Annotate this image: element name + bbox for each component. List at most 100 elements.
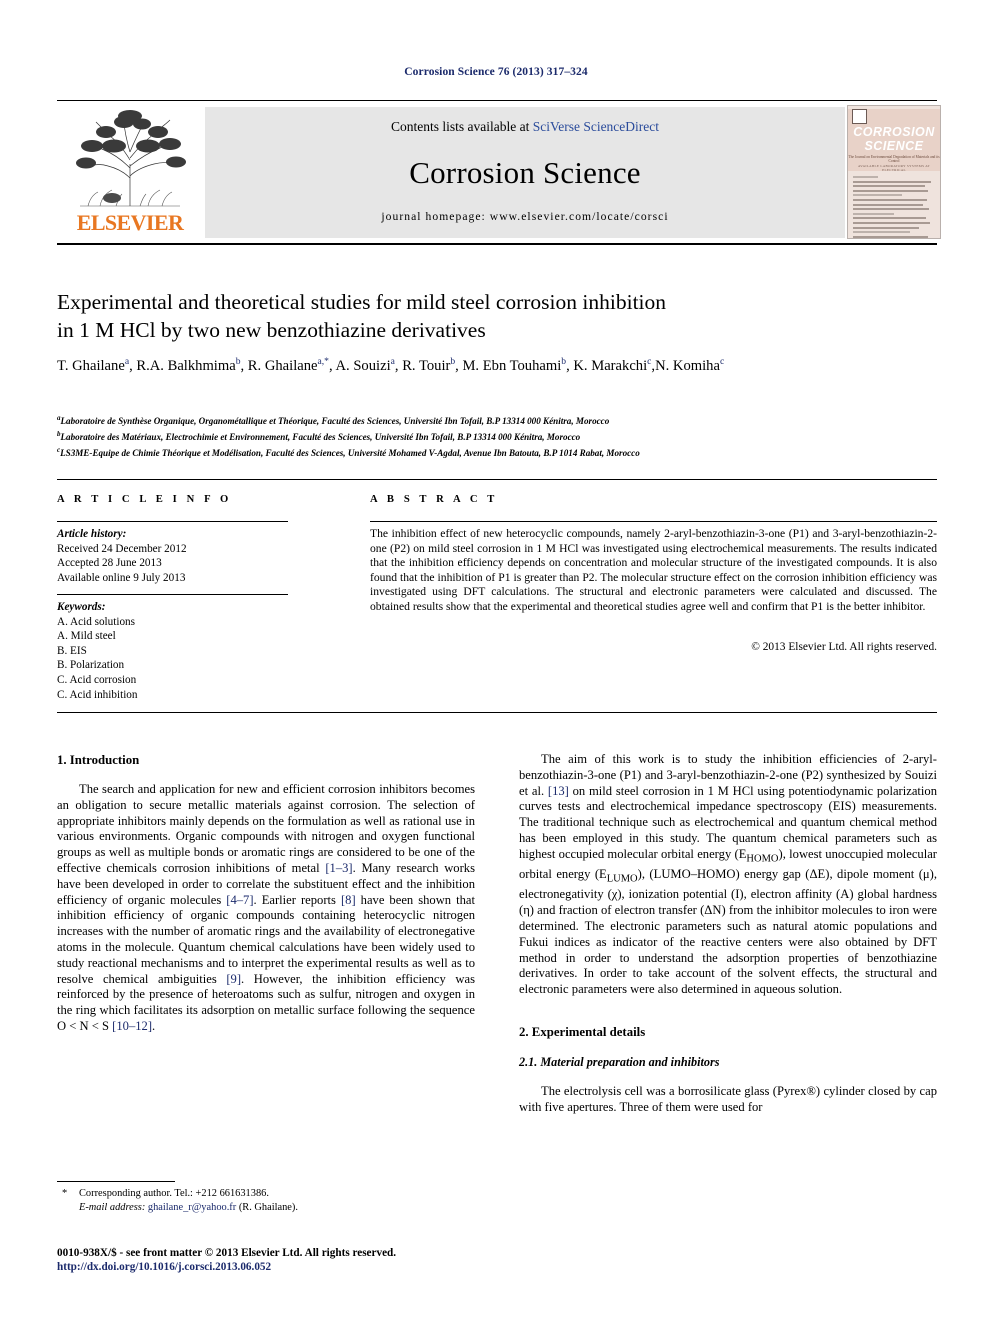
journal-masthead: ELSEVIER Contents lists available at Sci… bbox=[57, 104, 941, 240]
page-title: Experimental and theoretical studies for… bbox=[57, 288, 937, 344]
author-affiliation-marker: c bbox=[719, 356, 725, 367]
body-column-left: 1. Introduction The search and applicati… bbox=[57, 752, 475, 1035]
author-name[interactable]: R.A. Balkhmima bbox=[136, 358, 235, 374]
keyword-item[interactable]: B. EIS bbox=[57, 644, 297, 659]
masthead-bottom-rule bbox=[57, 243, 937, 245]
keyword-item[interactable]: A. Mild steel bbox=[57, 629, 297, 644]
subscript-homo: HOMO bbox=[746, 853, 779, 865]
affiliation-item: cLS3ME-Equipe de Chimie Théorique et Mod… bbox=[57, 446, 640, 459]
subscript-lumo: LUMO bbox=[606, 873, 638, 885]
cover-subtitle: The Journal on Environmental Degradation… bbox=[848, 155, 940, 163]
email-line: E-mail address: ghailane_r@yahoo.fr (R. … bbox=[57, 1201, 475, 1215]
keyword-item[interactable]: C. Acid inhibition bbox=[57, 688, 297, 703]
affiliation-marker: b bbox=[57, 430, 61, 439]
footnote-rule bbox=[57, 1181, 175, 1182]
contents-lists-line: Contents lists available at SciVerse Sci… bbox=[205, 119, 845, 135]
email-label: E-mail address: bbox=[79, 1202, 146, 1213]
aim-text-d: ), (LUMO–HOMO) energy gap (ΔE), dipole m… bbox=[519, 867, 937, 997]
contents-prefix: Contents lists available at bbox=[390, 119, 533, 134]
cover-contents-lines bbox=[853, 176, 935, 238]
abstract-heading: A B S T R A C T bbox=[370, 494, 498, 505]
citation-13[interactable]: [13] bbox=[548, 784, 569, 798]
abstract-copyright: © 2013 Elsevier Ltd. All rights reserved… bbox=[751, 641, 937, 653]
affiliation-item: bLaboratoire des Matériaux, Electrochimi… bbox=[57, 430, 581, 443]
keywords-items: A. Acid solutions A. Mild steel B. EIS B. P… bbox=[57, 615, 297, 703]
author-name[interactable]: M. Ebn Touhami bbox=[462, 358, 561, 374]
elsevier-tree-icon bbox=[70, 106, 190, 212]
affiliation-item: aLaboratoire de Synthèse Organique, Orga… bbox=[57, 414, 610, 427]
journal-cover-thumbnail: CORROSION SCIENCE The Journal on Environ… bbox=[847, 105, 941, 239]
info-band-top-rule bbox=[57, 479, 937, 480]
article-history-label: Article history: bbox=[57, 528, 127, 540]
keyword-item[interactable]: B. Polarization bbox=[57, 658, 297, 673]
section-heading-introduction: 1. Introduction bbox=[57, 753, 140, 767]
article-history-item: Accepted 28 June 2013 bbox=[57, 557, 162, 570]
corresponding-author-line: Corresponding author. Tel.: +212 6616313… bbox=[79, 1188, 269, 1199]
intro-text-f: . bbox=[152, 1018, 156, 1033]
email-address-link[interactable]: ghailane_r@yahoo.fr bbox=[148, 1202, 236, 1213]
keyword-item[interactable]: A. Acid solutions bbox=[57, 615, 297, 630]
article-history-items: Received 24 December 2012 Accepted 28 Jun… bbox=[57, 542, 297, 586]
article-info-rule-2 bbox=[57, 594, 288, 595]
author-affiliation-marker: a,* bbox=[317, 356, 329, 367]
issn-copyright-block: 0010-938X/$ - see front matter © 2013 El… bbox=[57, 1246, 557, 1275]
author-affiliation-marker: b bbox=[235, 356, 241, 367]
running-head: Corrosion Science 76 (2013) 317–324 bbox=[404, 66, 588, 78]
citation-8[interactable]: [8] bbox=[341, 893, 356, 907]
affiliation-marker: a bbox=[57, 414, 61, 422]
author-list: T. Ghailanea, R.A. Balkhmimab, R. Ghaila… bbox=[57, 356, 725, 374]
author-name[interactable]: K. Marakchi bbox=[573, 358, 647, 374]
author-affiliation-marker: c bbox=[647, 356, 652, 367]
paragraph-experimental: The electrolysis cell was a borrosilicat… bbox=[519, 1083, 937, 1114]
elsevier-wordmark: ELSEVIER bbox=[76, 210, 184, 235]
body-column-right: The aim of this work is to study the inh… bbox=[519, 752, 937, 1116]
keywords-block: Keywords: A. Acid solutions A. Mild steel… bbox=[57, 600, 297, 702]
author-affiliation-marker: a bbox=[124, 356, 130, 367]
paragraph-introduction: The search and application for new and e… bbox=[57, 782, 475, 1035]
author-name[interactable]: A. Souizi bbox=[335, 358, 390, 374]
author-name[interactable]: R. Touir bbox=[402, 358, 450, 374]
article-info-rule-1 bbox=[57, 521, 288, 522]
paragraph-aim: The aim of this work is to study the inh… bbox=[519, 752, 937, 998]
masthead-center-panel: Contents lists available at SciVerse Sci… bbox=[205, 107, 845, 238]
article-title-line2: in 1 M HCl by two new benzothiazine deri… bbox=[57, 318, 486, 342]
article-info-heading: A R T I C L E I N F O bbox=[57, 494, 232, 505]
article-title-line1: Experimental and theoretical studies for… bbox=[57, 290, 667, 314]
citation-1-3[interactable]: [1–3] bbox=[325, 861, 352, 875]
abstract-rule bbox=[370, 521, 937, 522]
affiliation-marker: c bbox=[57, 446, 61, 455]
masthead-top-rule bbox=[57, 100, 937, 101]
journal-article-page: Corrosion Science 76 (2013) 317–324 ELSE… bbox=[0, 0, 992, 1323]
journal-homepage[interactable]: journal homepage: www.elsevier.com/locat… bbox=[205, 210, 845, 223]
affiliation-list: aLaboratoire de Synthèse Organique, Orga… bbox=[57, 412, 937, 461]
section-heading-experimental: 2. Experimental details bbox=[519, 1024, 646, 1039]
cover-title-line1: CORROSION bbox=[853, 125, 935, 139]
cover-publisher-line: AVAILABLE LABORATORY SYSTEMS AT ELECTRIC… bbox=[857, 164, 930, 172]
article-history-item: Available online 9 July 2013 bbox=[57, 571, 186, 584]
corresponding-author-marker: * bbox=[62, 1188, 68, 1199]
elsevier-logo: ELSEVIER bbox=[62, 106, 197, 240]
citation-4-7[interactable]: [4–7] bbox=[226, 893, 253, 907]
keyword-item[interactable]: C. Acid corrosion bbox=[57, 673, 297, 688]
author-name[interactable]: R. Ghailane bbox=[248, 358, 318, 374]
citation-10-12[interactable]: [10–12] bbox=[112, 1019, 152, 1033]
citation-9[interactable]: [9] bbox=[226, 972, 241, 986]
author-affiliation-marker: a bbox=[390, 356, 395, 367]
sciencedirect-link[interactable]: SciVerse ScienceDirect bbox=[533, 119, 659, 134]
email-owner: (R. Ghailane). bbox=[236, 1202, 298, 1213]
article-history-item: Received 24 December 2012 bbox=[57, 542, 187, 555]
author-name[interactable]: N. Komiha bbox=[655, 358, 720, 374]
abstract-text: The inhibition effect of new heterocycli… bbox=[370, 527, 937, 613]
author-name[interactable]: T. Ghailane bbox=[57, 358, 125, 374]
article-history: Article history: Received 24 December 20… bbox=[57, 527, 297, 585]
keywords-label: Keywords: bbox=[57, 601, 106, 613]
info-band-bottom-rule bbox=[57, 712, 937, 713]
author-affiliation-marker: b bbox=[450, 356, 456, 367]
doi-link[interactable]: http://dx.doi.org/10.1016/j.corsci.2013.… bbox=[57, 1260, 557, 1274]
issn-line: 0010-938X/$ - see front matter © 2013 El… bbox=[57, 1247, 397, 1259]
cover-title-line2: SCIENCE bbox=[864, 139, 924, 153]
cover-publisher-icon bbox=[852, 109, 867, 124]
footnote-block: * Corresponding author. Tel.: +212 66163… bbox=[57, 1187, 475, 1215]
intro-text-c: . Earlier reports bbox=[253, 892, 341, 907]
journal-title: Corrosion Science bbox=[409, 155, 641, 190]
